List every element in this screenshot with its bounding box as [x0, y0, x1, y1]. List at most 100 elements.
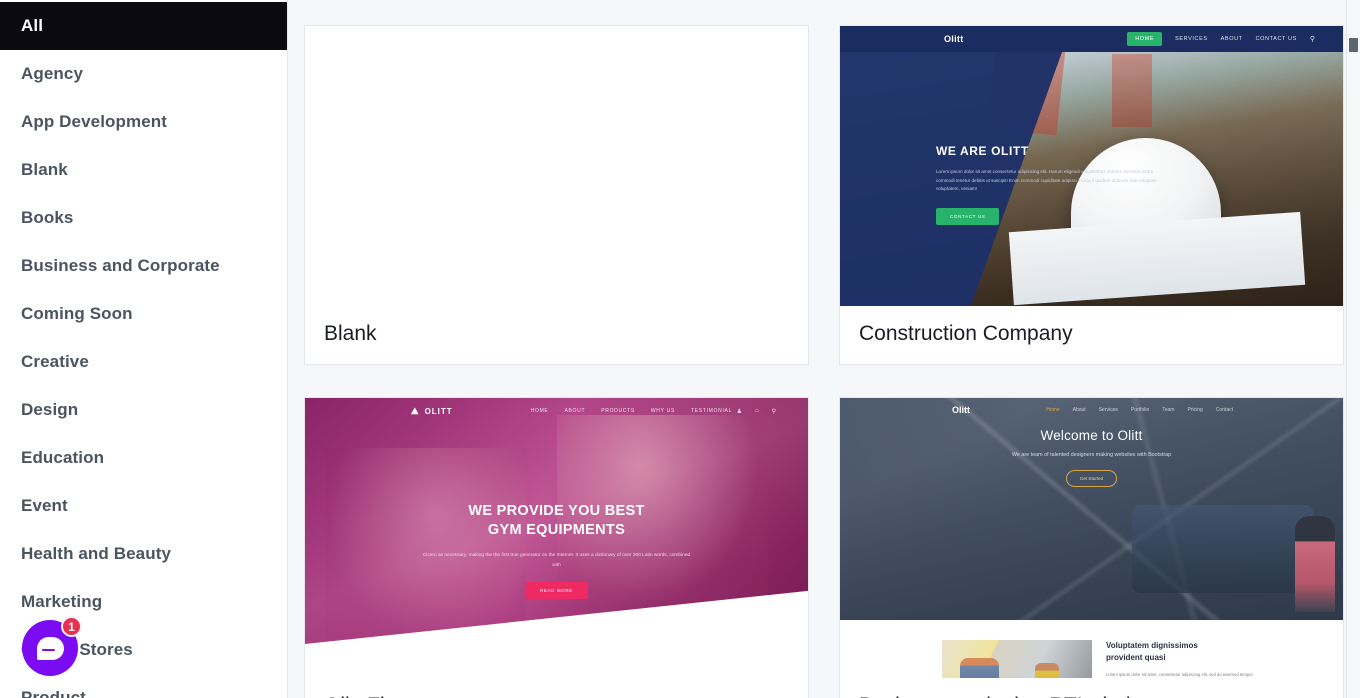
- feature-text: Voluptatem dignissimos provident quasi L…: [1106, 640, 1343, 678]
- template-card-business-marketing[interactable]: Olitt Home About Services Portfolio Team…: [839, 397, 1344, 698]
- construction-nav-links: HOME SERVICES ABOUT CONTACT US ⚲: [1127, 32, 1315, 46]
- template-card-blank[interactable]: Blank: [304, 25, 809, 365]
- feature-thumbnail-image: [942, 640, 1092, 678]
- search-icon: ⚲: [771, 408, 776, 415]
- fitness-nav-icons: ♟ ⌂ ⚲: [737, 408, 776, 415]
- template-preview-business-marketing: Olitt Home About Services Portfolio Team…: [840, 398, 1343, 678]
- template-card-construction-company[interactable]: Olitt HOME SERVICES ABOUT CONTACT US ⚲ W…: [839, 25, 1344, 365]
- category-sidebar: All Agency App Development Blank Books B…: [0, 0, 288, 698]
- sidebar-item-label: Agency: [21, 64, 84, 83]
- sidebar-item-label: App Development: [21, 112, 168, 131]
- template-card-title: Business marketing-RTL-dark: [840, 678, 1343, 698]
- person-silhouette: [1295, 516, 1335, 612]
- sidebar-item-business-and-corporate[interactable]: Business and Corporate: [0, 242, 287, 290]
- hero-cta-button: READ MORE: [525, 582, 588, 600]
- hero-body: We are team of talented designers making…: [1011, 452, 1172, 458]
- sidebar-item-marketing[interactable]: Marketing: [0, 578, 287, 626]
- user-icon: ♟: [736, 408, 742, 415]
- business-artwork: Olitt Home About Services Portfolio Team…: [840, 398, 1343, 678]
- feature-heading-line1: Voluptatem dignissimos: [1106, 641, 1198, 650]
- sidebar-item-blank[interactable]: Blank: [0, 146, 287, 194]
- feature-heading-line2: provident quasi: [1106, 653, 1166, 662]
- sidebar-item-label: Event: [21, 496, 68, 515]
- business-hero-text: Welcome to Olitt We are team of talented…: [840, 428, 1343, 487]
- nav-link-about: ABOUT: [1220, 36, 1243, 42]
- fitness-hero: WE PROVIDE YOU BEST GYM EQUIPMENTS Cicer…: [305, 502, 808, 600]
- construction-artwork: Olitt HOME SERVICES ABOUT CONTACT US ⚲ W…: [840, 26, 1343, 306]
- hero-body: Lorem ipsum dolor sit amet consectetur a…: [936, 169, 1157, 192]
- page-scrollbar[interactable]: [1346, 0, 1360, 698]
- sidebar-item-app-development[interactable]: App Development: [0, 98, 287, 146]
- sidebar-item-label: Design: [21, 400, 79, 419]
- feature-body: Lorem ipsum dolor sit amet, consectetur …: [1106, 672, 1253, 677]
- template-preview-blank: [305, 26, 808, 306]
- gym-logo-icon: ⛰: [411, 405, 420, 416]
- nav-link-services: SERVICES: [1175, 36, 1208, 42]
- sidebar-item-label: Business and Corporate: [21, 256, 220, 275]
- chat-bubble-icon: [36, 636, 64, 660]
- fitness-logo: ⛰ OLITT: [411, 406, 453, 417]
- chat-unread-badge: 1: [61, 616, 82, 637]
- sidebar-item-all[interactable]: All: [0, 2, 287, 50]
- template-card-title: Blank: [324, 322, 377, 345]
- sidebar-item-label: Blank: [21, 160, 68, 179]
- feature-heading: Voluptatem dignissimos provident quasi: [1106, 640, 1253, 664]
- fitness-logo-text: OLITT: [424, 406, 453, 416]
- blueprint-image: [1008, 211, 1305, 305]
- nav-link-home: HOME: [1127, 32, 1163, 46]
- sidebar-item-education[interactable]: Education: [0, 434, 287, 482]
- sidebar-item-health-and-beauty[interactable]: Health and Beauty: [0, 530, 287, 578]
- sidebar-item-books[interactable]: Books: [0, 194, 287, 242]
- template-card-title: Construction Company: [859, 322, 1073, 345]
- nav-link-pricing: Pricing: [1187, 407, 1203, 413]
- nav-link-about: About: [1072, 407, 1086, 413]
- sidebar-item-label: Product: [21, 688, 86, 698]
- hero-cta-button: CONTACT US: [936, 208, 1000, 226]
- hero-cta-button: Get Started: [1065, 470, 1118, 487]
- sidebar-item-label: Coming Soon: [21, 304, 133, 323]
- business-navbar: Olitt Home About Services Portfolio Team…: [840, 398, 1343, 422]
- business-hero-image: Olitt Home About Services Portfolio Team…: [840, 398, 1343, 620]
- sidebar-item-coming-soon[interactable]: Coming Soon: [0, 290, 287, 338]
- cart-icon: ⌂: [754, 407, 759, 414]
- construction-logo: Olitt: [944, 34, 964, 44]
- nav-link-contact-us: CONTACT US: [1255, 36, 1297, 42]
- search-icon: ⚲: [1309, 36, 1315, 43]
- nav-link-portfolio: Portfolio: [1130, 407, 1150, 413]
- construction-hero: WE ARE OLITT Lorem ipsum dolor sit amet …: [936, 144, 1171, 226]
- template-preview-construction: Olitt HOME SERVICES ABOUT CONTACT US ⚲ W…: [840, 26, 1343, 306]
- nav-link-contact: Contact: [1215, 407, 1233, 413]
- hero-heading: WE ARE OLITT: [936, 144, 1029, 158]
- business-nav-links: Home About Services Portfolio Team Prici…: [1046, 407, 1233, 413]
- business-logo: Olitt: [952, 405, 970, 415]
- nav-link-team: Team: [1162, 407, 1175, 413]
- nav-link-home: Home: [1046, 407, 1060, 413]
- scrollbar-thumb[interactable]: [1349, 38, 1358, 52]
- chat-widget-button[interactable]: 1: [22, 616, 82, 676]
- fitness-nav-links: HOME ABOUT PRODUCTS WHY US TESTIMONIAL: [531, 408, 732, 414]
- sidebar-item-event[interactable]: Event: [0, 482, 287, 530]
- fitness-artwork: ⛰ OLITT HOME ABOUT PRODUCTS WHY US TESTI…: [305, 398, 808, 678]
- sidebar-item-creative[interactable]: Creative: [0, 338, 287, 386]
- hero-heading-line1: WE PROVIDE YOU BEST: [468, 503, 645, 519]
- template-card-title: Olitt Fitness: [305, 678, 808, 698]
- business-feature-block: Voluptatem dignissimos provident quasi L…: [840, 620, 1343, 678]
- sidebar-item-label: Marketing: [21, 592, 103, 611]
- nav-link-testimonial: TESTIMONIAL: [691, 408, 733, 414]
- template-grid-area: Blank Olitt HOME SERVICES ABOUT CONTACT …: [288, 0, 1360, 698]
- sidebar-item-label: All: [21, 16, 44, 35]
- nav-link-about: ABOUT: [564, 408, 586, 414]
- fitness-navbar: ⛰ OLITT HOME ABOUT PRODUCTS WHY US TESTI…: [305, 398, 808, 424]
- sidebar-item-design[interactable]: Design: [0, 386, 287, 434]
- template-grid: Blank Olitt HOME SERVICES ABOUT CONTACT …: [304, 25, 1344, 698]
- sidebar-item-agency[interactable]: Agency: [0, 50, 287, 98]
- template-gallery-page: All Agency App Development Blank Books B…: [0, 0, 1360, 698]
- template-card-olitt-fitness[interactable]: ⛰ OLITT HOME ABOUT PRODUCTS WHY US TESTI…: [304, 397, 809, 698]
- sidebar-item-product[interactable]: Product: [0, 674, 287, 698]
- sidebar-item-label: Creative: [21, 352, 89, 371]
- sidebar-item-label: Books: [21, 208, 74, 227]
- template-preview-fitness: ⛰ OLITT HOME ABOUT PRODUCTS WHY US TESTI…: [305, 398, 808, 678]
- nav-link-services: Services: [1098, 407, 1118, 413]
- nav-link-home: HOME: [530, 408, 549, 414]
- construction-navbar: Olitt HOME SERVICES ABOUT CONTACT US ⚲: [840, 26, 1343, 52]
